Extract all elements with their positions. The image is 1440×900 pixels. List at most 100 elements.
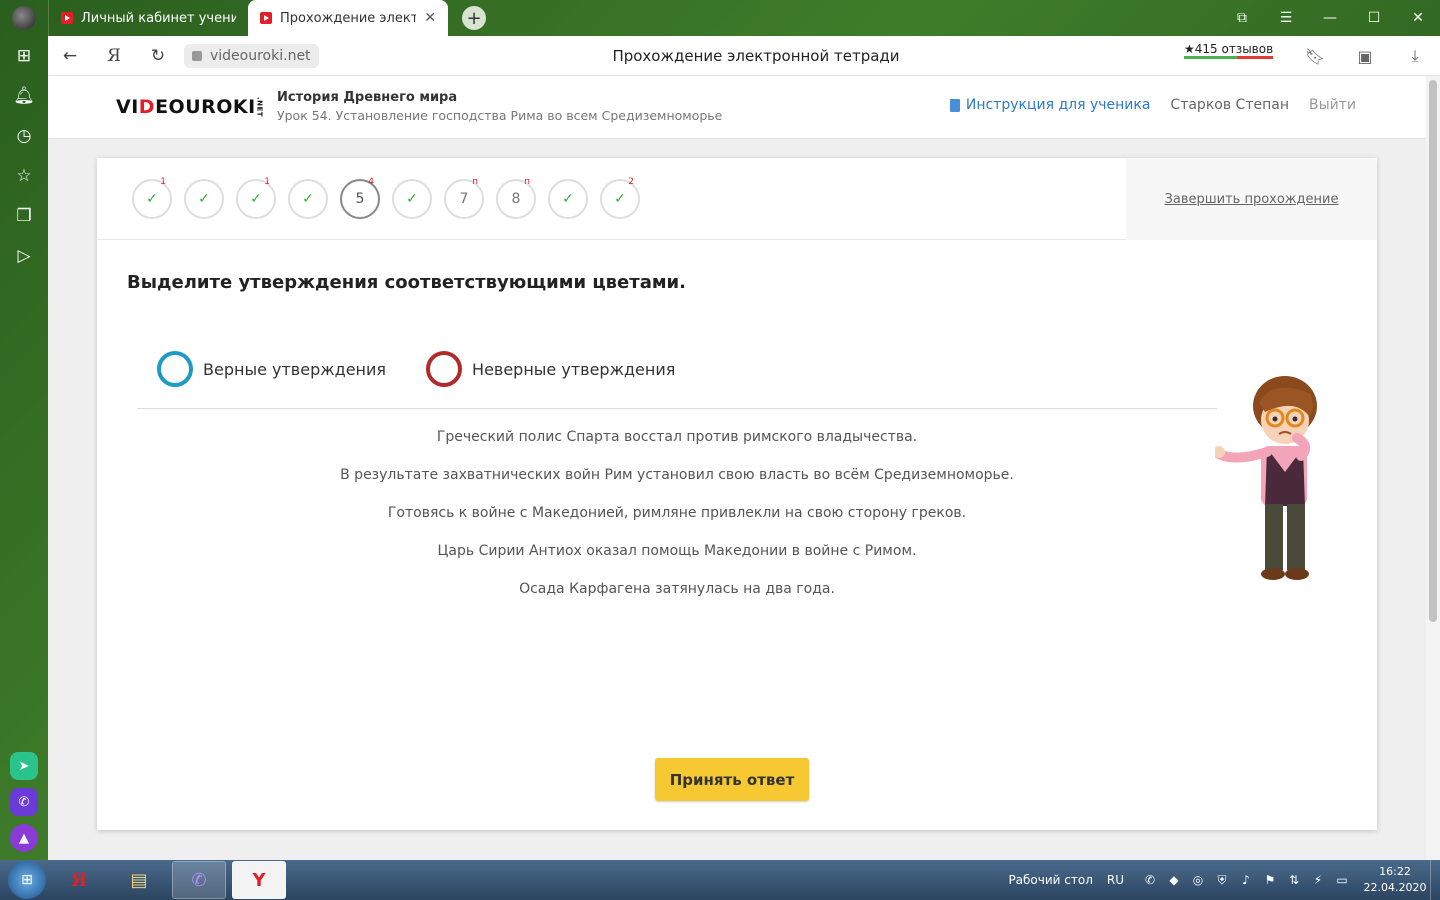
step-number: 5	[355, 191, 365, 207]
page-title: Прохождение электронной тетради	[612, 46, 900, 65]
course-title: История Древнего мира	[277, 90, 458, 105]
instruction-link[interactable]: Инструкция для ученика	[949, 97, 1150, 113]
flag-icon[interactable]: ⚑	[1258, 873, 1282, 887]
collections-icon[interactable]: ❐	[0, 196, 48, 236]
checkmark-icon: ✓	[302, 191, 314, 207]
reviews-badge[interactable]: ★415 отзывов	[1184, 42, 1274, 59]
bell-icon[interactable]: 🔔︎	[0, 76, 48, 116]
messenger-app-icon[interactable]: ➤	[10, 752, 38, 780]
videouroki-logo[interactable]: VIDEOUROKI.NET	[116, 96, 264, 118]
download-icon[interactable]: ⤓	[1390, 36, 1440, 76]
step-number: 7	[459, 191, 469, 207]
tab-manager-icon[interactable]: ⧉	[1220, 0, 1264, 36]
step-attempt-mark: п	[472, 177, 478, 187]
history-clock-icon[interactable]: ◷	[0, 116, 48, 156]
taskbar-explorer-icon[interactable]: ▤	[112, 861, 166, 899]
red-circle-icon[interactable]	[426, 351, 463, 387]
step-3[interactable]: ✓ 1	[236, 177, 276, 219]
scrollbar-thumb[interactable]	[1429, 80, 1437, 622]
start-button[interactable]: ⊞	[8, 861, 46, 899]
hamburger-menu-icon[interactable]: ☰	[1264, 0, 1308, 36]
step-7[interactable]: 7п	[444, 177, 484, 219]
step-9[interactable]: ✓	[548, 179, 588, 219]
maximize-icon[interactable]: ☐	[1352, 0, 1396, 36]
step-4[interactable]: ✓	[288, 179, 328, 219]
legend-true-label: Верные утверждения	[203, 359, 387, 379]
browser-sidebar: ⊞ 🔔︎ ◷ ☆ ❐ ▷ ➤ ✆ ▲	[0, 36, 48, 860]
statement-item[interactable]: Царь Сирии Антиох оказал помощь Македони…	[438, 542, 917, 560]
checkmark-icon: ✓	[614, 191, 626, 207]
new-tab-button[interactable]: +	[462, 6, 486, 30]
lesson-title: Урок 54. Установление господства Рима во…	[277, 108, 723, 123]
network-icon[interactable]: ⇅	[1282, 873, 1306, 887]
page-scrollbar[interactable]	[1426, 76, 1440, 860]
taskbar-viber-icon[interactable]: ✆	[172, 861, 226, 899]
show-desktop-button[interactable]	[1430, 860, 1440, 900]
user-name[interactable]: Старков Степан	[1170, 97, 1289, 113]
step-6[interactable]: ✓	[392, 179, 432, 219]
bookmark-icon[interactable]: 🔖︎	[1290, 36, 1340, 76]
translate-icon[interactable]: ▣	[1340, 36, 1390, 76]
logo-suffix: .NET	[255, 97, 264, 118]
power-icon[interactable]: ⚡︎	[1306, 873, 1330, 887]
logo-text: VIDEOUROKI	[116, 96, 256, 118]
blue-circle-icon[interactable]	[157, 351, 193, 387]
close-window-icon[interactable]: ✕	[1396, 0, 1440, 36]
apps-grid-icon[interactable]: ⊞	[0, 36, 48, 76]
finish-link[interactable]: Завершить прохождение	[1165, 192, 1339, 207]
step-5[interactable]: 54	[340, 177, 380, 219]
step-2[interactable]: ✓	[184, 179, 224, 219]
action-center-icon[interactable]: ▭	[1330, 873, 1354, 887]
accept-answer-button[interactable]: Принять ответ	[655, 758, 809, 801]
step-list: ✓ 1 ✓ ✓ 1 ✓ 5 4 ✓ 7 п 8 п ✓ ✓ 2	[132, 177, 640, 219]
checkmark-icon: ✓	[146, 191, 158, 207]
back-arrow-icon[interactable]: ←	[48, 36, 92, 76]
step-attempt-mark: 2	[628, 177, 634, 187]
address-bar: ← Я ↻ videouroki.net Прохождение электро…	[48, 36, 1440, 76]
tab-student-cabinet[interactable]: Личный кабинет ученика	[48, 0, 248, 36]
statement-item[interactable]: Греческий полис Спарта восстал против ри…	[437, 428, 917, 446]
videouroki-favicon-icon	[61, 12, 73, 24]
step-1[interactable]: ✓ 1	[132, 177, 172, 219]
browser-tabbar: Личный кабинет ученика Прохождение элект…	[0, 0, 1440, 36]
legend-false[interactable]: Неверные утверждения	[426, 351, 675, 387]
yandex-home-icon[interactable]: Я	[92, 36, 136, 76]
statement-item[interactable]: В результате захватнических войн Рим уст…	[340, 466, 1014, 484]
close-tab-icon[interactable]: ✕	[424, 10, 436, 26]
reload-icon[interactable]: ↻	[136, 36, 180, 76]
question-text: Выделите утверждения соответствующими цв…	[127, 272, 687, 293]
browser-menu-icon[interactable]	[12, 6, 36, 30]
tab-title: Личный кабинет ученика	[81, 10, 236, 26]
alice-assistant-icon[interactable]: ▲	[10, 824, 38, 852]
exercise-card: ✓ 1 ✓ ✓ 1 ✓ 5 4 ✓ 7 п 8 п ✓ ✓ 2 Завершить прохождение В…	[97, 158, 1377, 830]
lock-icon	[192, 50, 202, 61]
bookmarks-star-icon[interactable]: ☆	[0, 156, 48, 196]
videouroki-favicon-icon	[260, 12, 272, 24]
finish-area: Завершить прохождение	[1126, 158, 1377, 240]
legend-true[interactable]: Верные утверждения	[157, 351, 386, 387]
step-8[interactable]: 8п	[496, 177, 536, 219]
taskbar-yandex-browser-icon[interactable]: Y	[232, 861, 286, 899]
checkmark-icon: ✓	[250, 191, 262, 207]
desktop-toolbar-label[interactable]: Рабочий стол	[1008, 873, 1092, 887]
antivirus-tray-icon[interactable]: ⛨	[1210, 873, 1234, 888]
tab-notebook[interactable]: Прохождение электро ✕	[248, 0, 448, 36]
viber-tray-icon[interactable]: ✆	[1138, 873, 1162, 887]
url-field[interactable]: videouroki.net	[184, 43, 319, 68]
volume-icon[interactable]: ♪	[1234, 873, 1258, 887]
statement-item[interactable]: Осада Карфагена затянулась на два года.	[519, 580, 835, 598]
statement-item[interactable]: Готовясь к войне с Македонией, римляне п…	[388, 504, 966, 522]
web-page: VIDEOUROKI.NET История Древнего мира Уро…	[48, 76, 1426, 860]
language-indicator[interactable]: RU	[1107, 873, 1124, 887]
play-video-icon[interactable]: ▷	[0, 236, 48, 276]
viber-app-icon[interactable]: ✆	[10, 788, 38, 816]
clock[interactable]: 16:22 22.04.2020	[1360, 864, 1430, 896]
logout-link[interactable]: Выйти	[1309, 97, 1356, 113]
legend-false-label: Неверные утверждения	[472, 359, 676, 379]
minimize-icon[interactable]: —	[1308, 0, 1352, 36]
avast-tray-icon[interactable]: ◆	[1162, 873, 1186, 887]
taskbar-yandex-icon[interactable]: Я	[52, 861, 106, 899]
steam-tray-icon[interactable]: ◎	[1186, 873, 1210, 887]
color-legend: Верные утверждения Неверные утверждения	[157, 351, 675, 387]
step-10[interactable]: ✓ 2	[600, 177, 640, 219]
